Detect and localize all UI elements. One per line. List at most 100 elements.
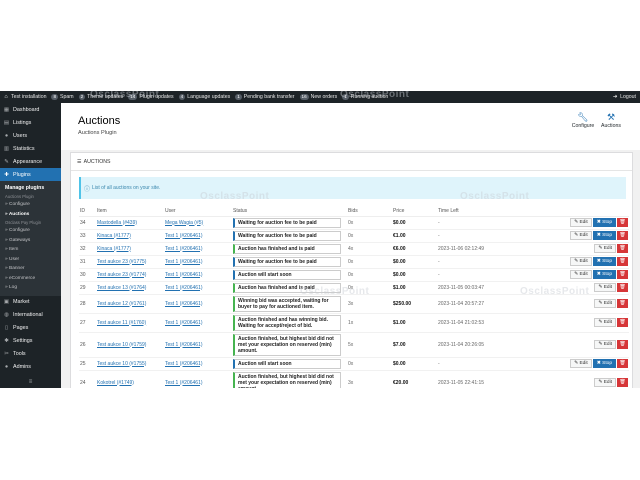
sidebar-item-label: Statistics [13, 145, 35, 152]
topbar-notice-2[interactable]: 14 Plugin updates [128, 94, 174, 100]
osclass-pay-link[interactable]: » Gateways [0, 236, 61, 246]
user-cell: Mega Wagia (#5) [164, 216, 232, 230]
delete-button[interactable]: 🗑︎ [617, 231, 628, 240]
price-value: $1.00 [392, 313, 437, 333]
item-link[interactable]: Kinaca (#1777) [97, 233, 131, 239]
delete-button[interactable]: 🗑︎ [617, 257, 628, 266]
item-link[interactable]: Test aukce 12 (#1761) [97, 301, 146, 307]
sidebar-item-label: Users [13, 132, 28, 139]
user-link[interactable]: Mega Wagia (#5) [165, 220, 203, 226]
sidebar-item-admins[interactable]: ● Admins [0, 361, 61, 374]
delete-button[interactable]: 🗑︎ [617, 378, 628, 387]
delete-button[interactable]: 🗑︎ [617, 218, 628, 227]
item-link[interactable]: Kinaca (#1777) [97, 246, 131, 252]
user-link[interactable]: Test 1 (#206461) [165, 285, 203, 291]
logout-link[interactable]: ➜ Logout [612, 94, 636, 100]
user-link[interactable]: Test 1 (#206461) [165, 259, 203, 265]
user-link[interactable]: Test 1 (#206461) [165, 320, 203, 326]
edit-button[interactable]: ✎ Edit [570, 231, 592, 240]
auctions-list-link[interactable]: » Auctions [0, 210, 61, 220]
sidebar-item-international[interactable]: ◍ International [0, 309, 61, 322]
sidebar-item-listings[interactable]: ▤ Listings [0, 116, 61, 129]
sidebar-item-statistics[interactable]: ▥ Statistics [0, 142, 61, 155]
topbar-notice-6[interactable]: 1 Running auction [342, 94, 388, 100]
sidebar-item-settings[interactable]: ✱ Settings [0, 335, 61, 348]
edit-button[interactable]: ✎ Edit [594, 299, 616, 308]
item-link[interactable]: Test aukce 13 (#1764) [97, 285, 146, 291]
stop-button[interactable]: ✖ Stop [592, 270, 616, 279]
user-link[interactable]: Test 1 (#206461) [165, 246, 203, 252]
edit-button[interactable]: ✎ Edit [594, 318, 616, 327]
collapse-menu-icon[interactable]: ≡ [0, 379, 61, 388]
sidebar-item-appearance[interactable]: ✎ Appearance [0, 155, 61, 168]
item-link[interactable]: Test aukce 10 (#1759) [97, 342, 146, 348]
topbar-notice-3[interactable]: 4 Language updates [178, 94, 230, 100]
osclass-pay-link[interactable]: » Item [0, 245, 61, 255]
osclass-pay-link[interactable]: » User [0, 255, 61, 265]
edit-button[interactable]: ✎ Edit [594, 283, 616, 292]
auctions-configure-link[interactable]: » Configure [0, 200, 61, 210]
user-link[interactable]: Test 1 (#206461) [165, 361, 203, 367]
configure-button[interactable]: 🔧︎ Configure [570, 112, 596, 129]
item-link[interactable]: Mastodella (#439) [97, 220, 137, 226]
edit-button[interactable]: ✎ Edit [570, 257, 592, 266]
sidebar-item-label: Tools [13, 351, 26, 357]
topbar-notice-label: New orders [310, 94, 338, 100]
user-link[interactable]: Test 1 (#206461) [165, 380, 203, 386]
manage-plugins-link[interactable]: Manage plugins [0, 183, 61, 193]
price-value: $0.00 [392, 255, 437, 269]
edit-button[interactable]: ✎ Edit [594, 244, 616, 253]
status-cell: Waiting for auction fee to be paid [232, 255, 347, 269]
delete-button[interactable]: 🗑︎ [617, 359, 628, 368]
stop-button[interactable]: ✖ Stop [592, 218, 616, 227]
osclass-pay-link[interactable]: » Configure [0, 226, 61, 236]
sidebar-item-dashboard[interactable]: ▦ Dashboard [0, 103, 61, 116]
item-link[interactable]: Test aukce 23 (#1774) [97, 272, 146, 278]
edit-button[interactable]: ✎ Edit [594, 340, 616, 349]
user-cell: Test 1 (#206461) [164, 313, 232, 333]
auction-id: 34 [79, 216, 96, 230]
user-link[interactable]: Test 1 (#206461) [165, 272, 203, 278]
sidebar-item-users[interactable]: ● Users [0, 129, 61, 142]
item-link[interactable]: Kokotrel (#1749) [97, 380, 134, 386]
item-link[interactable]: Test aukce 23 (#1775) [97, 259, 146, 265]
item-cell: Kinaca (#1777) [96, 242, 164, 256]
user-link[interactable]: Test 1 (#206461) [165, 342, 203, 348]
trash-icon: 🗑︎ [619, 233, 626, 238]
edit-button[interactable]: ✎ Edit [594, 378, 616, 387]
stop-button[interactable]: ✖ Stop [592, 231, 616, 240]
trash-icon: 🗑︎ [619, 272, 626, 277]
stop-label: Stop [602, 272, 612, 277]
delete-button[interactable]: 🗑︎ [617, 270, 628, 279]
stop-button[interactable]: ✖ Stop [592, 257, 616, 266]
osclass-pay-link[interactable]: » Banner [0, 264, 61, 274]
topbar-notice-0[interactable]: 8 Spam [51, 94, 74, 100]
delete-button[interactable]: 🗑︎ [617, 244, 628, 253]
delete-button[interactable]: 🗑︎ [617, 340, 628, 349]
topbar-notice-1[interactable]: 2 Theme updates [78, 94, 123, 100]
sidebar-item-pages[interactable]: ▯ Pages [0, 322, 61, 335]
edit-button[interactable]: ✎ Edit [570, 359, 592, 368]
edit-button[interactable]: ✎ Edit [570, 218, 592, 227]
sidebar-item-market[interactable]: ▣ Market [0, 296, 61, 309]
edit-button[interactable]: ✎ Edit [570, 270, 592, 279]
delete-button[interactable]: 🗑︎ [617, 299, 628, 308]
delete-button[interactable]: 🗑︎ [617, 283, 628, 292]
sidebar-item-plugins[interactable]: ✚ Plugins [0, 168, 61, 181]
auction-id: 33 [79, 229, 96, 243]
sidebar-item-tools[interactable]: ✂ Tools [0, 348, 61, 361]
users-icon: ● [4, 132, 9, 139]
auctions-button[interactable]: ⚒ Auctions [598, 112, 624, 129]
time-left: - [437, 216, 537, 230]
stop-button[interactable]: ✖ Stop [592, 359, 616, 368]
topbar-notice-5[interactable]: 16 New orders [299, 94, 338, 100]
user-link[interactable]: Test 1 (#206461) [165, 301, 203, 307]
item-link[interactable]: Test aukce 10 (#1755) [97, 361, 146, 367]
user-link[interactable]: Test 1 (#206461) [165, 233, 203, 239]
site-link[interactable]: ⌂ Test installation [3, 94, 46, 100]
osclass-pay-link[interactable]: » eCommerce [0, 274, 61, 284]
delete-button[interactable]: 🗑︎ [617, 318, 628, 327]
item-link[interactable]: Test aukce 11 (#1760) [97, 320, 146, 326]
osclass-pay-link[interactable]: » Log [0, 283, 61, 293]
topbar-notice-4[interactable]: 1 Pending bank transfer [235, 94, 295, 100]
